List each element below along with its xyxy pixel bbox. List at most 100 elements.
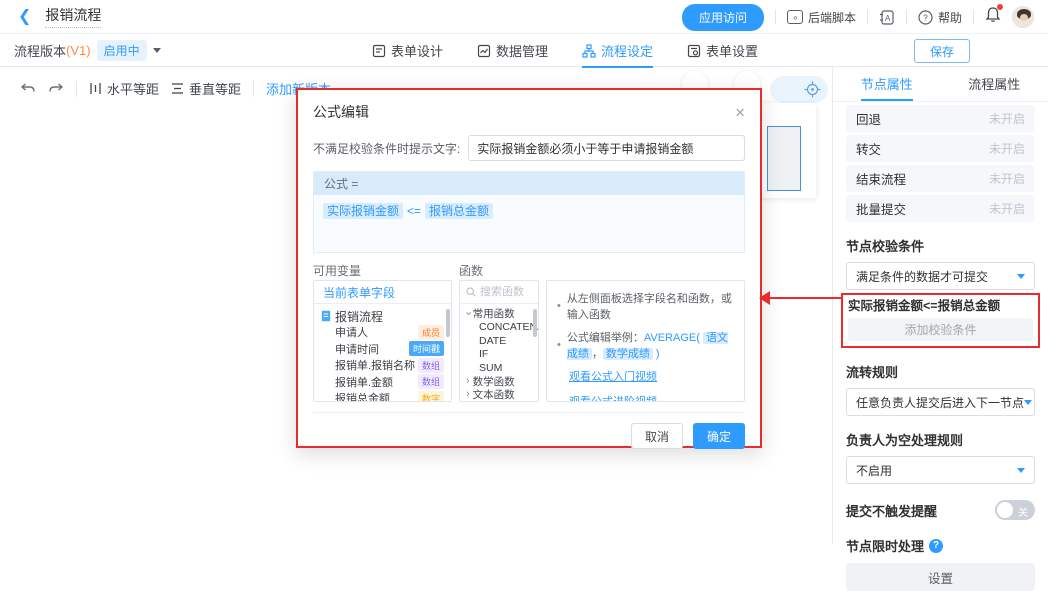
field-chip[interactable]: 报销总金额 bbox=[425, 203, 493, 219]
app-header: ❮ 报销流程 应用访问 ‹› 后端脚本 A ? 帮助 bbox=[0, 0, 1048, 34]
tab-node-properties[interactable]: 节点属性 bbox=[833, 67, 941, 101]
formula-input-area[interactable]: 实际报销金额<=报销总金额 bbox=[314, 195, 744, 252]
tab-form-design[interactable]: 表单设计 bbox=[372, 34, 443, 67]
field-type-tag: 成员 bbox=[418, 325, 444, 340]
field-chip[interactable]: 实际报销金额 bbox=[323, 203, 403, 219]
address-book-button[interactable]: A bbox=[879, 10, 895, 25]
formula-help-panel: • 从左侧面板选择字段名和函数，或输入函数 • 公式编辑举例：AVERAGE( … bbox=[546, 280, 745, 402]
validation-dropdown[interactable]: 满足条件的数据才可提交 bbox=[846, 262, 1035, 290]
tab-form-settings[interactable]: 表单设置 bbox=[687, 34, 758, 67]
chevron-right-icon: › bbox=[466, 389, 470, 400]
question-circle-icon[interactable]: ? bbox=[929, 539, 943, 553]
confirm-button[interactable]: 确定 bbox=[693, 423, 745, 449]
add-validation-button[interactable]: 添加校验条件 bbox=[848, 318, 1033, 341]
variables-panel: 当前表单字段 报销流程 申请人 成员 bbox=[313, 280, 452, 402]
option-row-rollback[interactable]: 回退 未开启 bbox=[846, 105, 1035, 132]
link-intro-video[interactable]: 观看公式入门视频 bbox=[569, 368, 734, 384]
properties-sidebar: 节点属性 流程属性 回退 未开启 转交 未开启 结束流程 未开启 批量提交 未开… bbox=[832, 67, 1048, 544]
status-badge: 启用中 bbox=[97, 40, 147, 61]
chevron-down-icon bbox=[1017, 468, 1025, 473]
design-tabs: 表单设计 数据管理 流程设定 表单设置 bbox=[372, 34, 758, 67]
status-text: 未开启 bbox=[989, 110, 1025, 127]
function-group-date[interactable]: › 日期函数 bbox=[466, 402, 532, 403]
no-remind-label: 提交不触发提醒 bbox=[846, 501, 937, 520]
sub-header: 流程版本(V1) 启用中 表单设计 数据管理 bbox=[0, 34, 1048, 67]
align-vertical-button[interactable]: 垂直等距 bbox=[171, 79, 241, 98]
formula-label: 公式 = bbox=[314, 172, 744, 195]
time-limit-settings-button[interactable]: 设置 bbox=[846, 563, 1035, 591]
link-advanced-video[interactable]: 观看公式进阶视频 bbox=[569, 393, 734, 402]
search-icon bbox=[466, 287, 476, 297]
canvas-toolbar: 水平等距 垂直等距 添加新版本 bbox=[20, 79, 331, 98]
prompt-text-input[interactable] bbox=[468, 135, 745, 161]
flow-version-label: 流程版本 bbox=[14, 41, 66, 60]
no-remind-toggle[interactable]: 关 bbox=[995, 500, 1035, 520]
empty-owner-dropdown[interactable]: 不启用 bbox=[846, 456, 1035, 484]
flow-settings-icon bbox=[582, 44, 596, 58]
field-item[interactable]: 报销单.金额 数组 bbox=[321, 374, 444, 391]
undo-button[interactable] bbox=[20, 82, 36, 96]
help-button[interactable]: ? 帮助 bbox=[918, 9, 962, 26]
page-title: 报销流程 bbox=[45, 5, 101, 28]
function-item[interactable]: SUM bbox=[466, 361, 532, 375]
address-book-icon: A bbox=[879, 10, 895, 25]
validation-rule-text[interactable]: 实际报销金额<=报销总金额 bbox=[848, 298, 1033, 315]
search-function-input[interactable] bbox=[480, 286, 530, 298]
variables-section-label: 可用变量 bbox=[313, 262, 452, 280]
scrollbar[interactable] bbox=[446, 309, 450, 337]
time-limit-heading: 节点限时处理 ? bbox=[846, 536, 1035, 555]
flow-rule-dropdown[interactable]: 任意负责人提交后进入下一节点 bbox=[846, 388, 1035, 416]
field-type-tag: 时间戳 bbox=[409, 341, 444, 356]
cancel-button[interactable]: 取消 bbox=[631, 423, 683, 449]
tab-data-management[interactable]: 数据管理 bbox=[477, 34, 548, 67]
code-icon: ‹› bbox=[787, 10, 803, 24]
field-item[interactable]: 报销单.报销名称 数组 bbox=[321, 357, 444, 374]
function-item[interactable]: DATE bbox=[466, 334, 532, 348]
chevron-down-icon[interactable] bbox=[153, 48, 161, 53]
field-item[interactable]: 报销总金额 数字 bbox=[321, 390, 444, 402]
save-button[interactable]: 保存 bbox=[914, 39, 970, 63]
function-item[interactable]: CONCATENATE bbox=[466, 321, 532, 335]
tab-flow-settings[interactable]: 流程设定 bbox=[582, 34, 653, 67]
avatar[interactable] bbox=[1012, 6, 1034, 28]
option-row-end-flow[interactable]: 结束流程 未开启 bbox=[846, 165, 1035, 192]
function-group-text[interactable]: › 文本函数 bbox=[466, 388, 532, 402]
function-group-math[interactable]: › 数学函数 bbox=[466, 375, 532, 389]
tree-root-node[interactable]: 报销流程 bbox=[321, 308, 444, 324]
flow-version: 流程版本(V1) 启用中 bbox=[14, 40, 161, 61]
empty-owner-heading: 负责人为空处理规则 bbox=[846, 430, 1035, 449]
minimap-viewport[interactable] bbox=[767, 126, 801, 191]
close-icon[interactable]: × bbox=[735, 104, 745, 121]
option-row-batch-submit[interactable]: 批量提交 未开启 bbox=[846, 195, 1035, 222]
back-icon[interactable]: ❮ bbox=[18, 9, 31, 25]
option-row-transfer[interactable]: 转交 未开启 bbox=[846, 135, 1035, 162]
divider bbox=[906, 10, 907, 24]
scrollbar[interactable] bbox=[533, 309, 537, 337]
divider bbox=[867, 10, 868, 24]
tab-current-form-fields[interactable]: 当前表单字段 bbox=[314, 281, 451, 304]
status-text: 未开启 bbox=[989, 140, 1025, 157]
function-group-common[interactable]: › 常用函数 bbox=[466, 307, 532, 321]
canvas-locate-control[interactable] bbox=[770, 76, 828, 103]
function-search[interactable] bbox=[460, 281, 538, 304]
tab-flow-properties[interactable]: 流程属性 bbox=[941, 67, 1048, 101]
prompt-text-label: 不满足校验条件时提示文字: bbox=[313, 140, 460, 157]
functions-section-label: 函数 bbox=[459, 262, 539, 280]
backend-script-button[interactable]: ‹› 后端脚本 bbox=[787, 9, 856, 26]
app-access-button[interactable]: 应用访问 bbox=[682, 4, 764, 31]
chevron-right-icon: › bbox=[466, 376, 470, 387]
annotation-arrow-line bbox=[769, 297, 843, 299]
chevron-down-icon bbox=[1017, 274, 1025, 279]
notifications-button[interactable] bbox=[985, 6, 1001, 28]
field-item[interactable]: 申请人 成员 bbox=[321, 324, 444, 341]
function-item[interactable]: IF bbox=[466, 348, 532, 362]
form-doc-icon bbox=[321, 310, 331, 322]
data-management-icon bbox=[477, 44, 491, 58]
redo-button[interactable] bbox=[48, 82, 64, 96]
form-design-icon bbox=[372, 44, 386, 58]
redo-icon bbox=[48, 82, 64, 96]
help-tip-1: 从左侧面板选择字段名和函数，或输入函数 bbox=[567, 290, 734, 322]
align-horizontal-button[interactable]: 水平等距 bbox=[89, 79, 159, 98]
undo-icon bbox=[20, 82, 36, 96]
field-item[interactable]: 申请时间 时间戳 bbox=[321, 341, 444, 358]
